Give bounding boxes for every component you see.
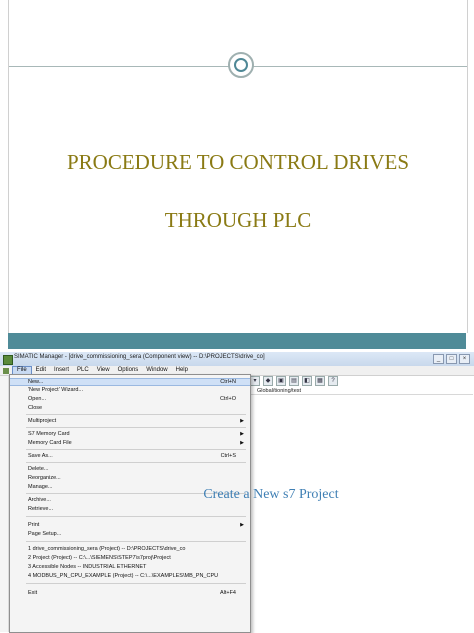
window-title: SIMATIC Manager - [drive_commissioning_s…: [14, 354, 265, 360]
monitor-icon[interactable]: ▤: [289, 376, 299, 386]
close-button[interactable]: ×: [459, 354, 470, 364]
submenu-arrow-icon: ▶: [240, 431, 244, 437]
teal-band: [8, 333, 466, 349]
menu-retrieve[interactable]: Retrieve...: [10, 505, 250, 513]
menu-separator: [26, 516, 246, 517]
maximize-button[interactable]: □: [446, 354, 457, 364]
menu-close[interactable]: Close: [10, 404, 250, 412]
slide: PROCEDURE TO CONTROL DRIVES THROUGH PLC …: [0, 0, 474, 633]
menu-delete[interactable]: Delete...: [10, 465, 250, 473]
menu-recent-1[interactable]: 1 drive_commissioning_sera (Project) -- …: [10, 545, 250, 553]
grid-icon[interactable]: ▦: [315, 376, 325, 386]
menu-separator: [26, 583, 246, 584]
window-titlebar: SIMATIC Manager - [drive_commissioning_s…: [0, 352, 474, 367]
toolbar: ▾ ◆ ▣ ▤ ◧ ▦ ?: [250, 376, 474, 386]
dropdown-arrow-icon[interactable]: ▾: [250, 376, 260, 386]
menu-recent-3[interactable]: 3 Accessible Nodes -- INDUSTRIAL ETHERNE…: [10, 563, 250, 571]
menu-save-as[interactable]: Save As... Ctrl+S: [10, 452, 250, 460]
submenu-arrow-icon: ▶: [240, 522, 244, 528]
window-controls: _ □ ×: [433, 354, 470, 364]
menu-print[interactable]: Print ▶: [10, 521, 250, 529]
menu-separator: [26, 541, 246, 542]
menu-memory-card-file[interactable]: Memory Card File ▶: [10, 439, 250, 447]
menu-separator: [26, 414, 246, 415]
doc-icon: [3, 367, 9, 374]
slide-title-line2: THROUGH PLC: [164, 208, 312, 232]
project-workspace: Global/tioning/test: [250, 387, 473, 631]
menu-separator: [26, 449, 246, 450]
menu-page-setup[interactable]: Page Setup...: [10, 530, 250, 538]
file-menu-dropdown: New... Ctrl+N 'New Project' Wizard... Op…: [9, 374, 251, 633]
simulate-icon[interactable]: ◧: [302, 376, 312, 386]
submenu-arrow-icon: ▶: [240, 418, 244, 424]
title-panel: PROCEDURE TO CONTROL DRIVES THROUGH PLC: [8, 0, 468, 333]
minimize-button[interactable]: _: [433, 354, 444, 364]
menu-open[interactable]: Open... Ctrl+O: [10, 395, 250, 403]
menu-new[interactable]: New... Ctrl+N: [10, 378, 250, 386]
circle-ornament-icon: [228, 52, 254, 78]
circle-ornament-inner: [234, 58, 248, 72]
menu-separator: [26, 462, 246, 463]
left-strip: [0, 376, 9, 632]
workspace-header: Global/tioning/test: [251, 387, 473, 395]
menu-reorganize[interactable]: Reorganize...: [10, 474, 250, 482]
menu-s7-memory-card[interactable]: S7 Memory Card ▶: [10, 430, 250, 438]
simatic-screenshot: SIMATIC Manager - [drive_commissioning_s…: [0, 352, 474, 633]
menu-multiproject[interactable]: Multiproject ▶: [10, 417, 250, 425]
help-icon[interactable]: ?: [328, 376, 338, 386]
menu-recent-4[interactable]: 4 MODBUS_PN_CPU_EXAMPLE (Project) -- C:\…: [10, 572, 250, 580]
simatic-app-icon: [3, 355, 13, 365]
menu-separator: [26, 427, 246, 428]
caption-create-project: Create a New s7 Project: [203, 487, 339, 502]
network-icon[interactable]: ◆: [263, 376, 273, 386]
menu-recent-2[interactable]: 2 Project (Project) -- C:\...\SIEMENS\ST…: [10, 554, 250, 562]
submenu-arrow-icon: ▶: [240, 440, 244, 446]
slide-title-line1: PROCEDURE TO CONTROL DRIVES: [66, 150, 410, 174]
menu-exit[interactable]: Exit Alt+F4: [10, 589, 250, 597]
menu-new-project-wizard[interactable]: 'New Project' Wizard...: [10, 386, 250, 394]
config-icon[interactable]: ▣: [276, 376, 286, 386]
